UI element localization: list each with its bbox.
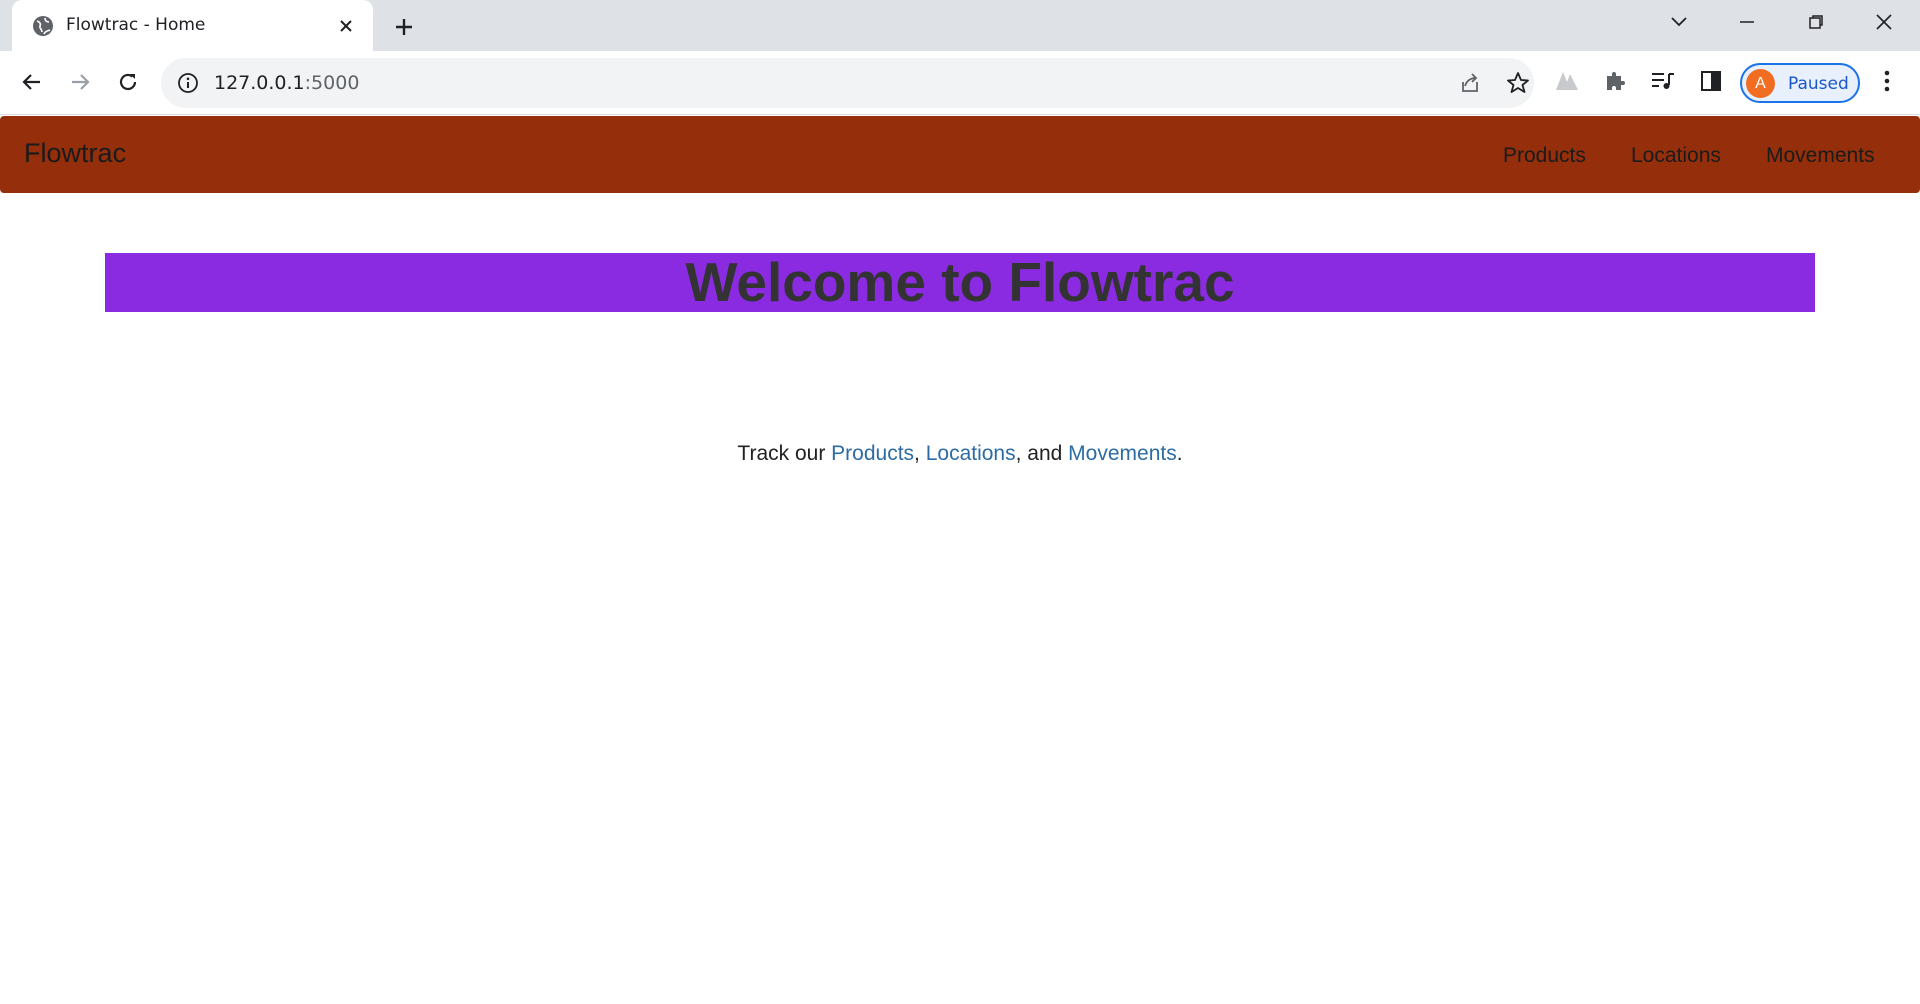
extensions-puzzle-icon[interactable] [1600, 66, 1630, 96]
url-port: :5000 [304, 72, 360, 94]
minimize-icon[interactable] [1713, 0, 1781, 44]
tagline-suffix: . [1176, 442, 1183, 465]
profile-status: Paused [1788, 74, 1849, 94]
hero-banner: Welcome to Flowtrac [105, 253, 1815, 312]
nav-link-locations[interactable]: Locations [1631, 144, 1721, 168]
site-info-icon[interactable] [177, 72, 199, 94]
browser-tab[interactable]: Flowtrac - Home [12, 0, 373, 51]
extension-logo-icon[interactable] [1552, 66, 1582, 96]
tagline-prefix: Track our [737, 442, 832, 465]
forward-icon[interactable] [62, 64, 98, 100]
profile-button[interactable]: A Paused [1740, 63, 1860, 103]
avatar: A [1746, 69, 1775, 98]
share-icon[interactable] [1458, 71, 1482, 95]
page-title: Welcome to Flowtrac [685, 251, 1235, 313]
link-products[interactable]: Products [831, 442, 914, 465]
link-movements[interactable]: Movements [1068, 442, 1177, 465]
close-window-icon[interactable] [1850, 0, 1918, 44]
new-tab-icon[interactable] [390, 13, 418, 41]
link-locations[interactable]: Locations [926, 442, 1016, 465]
tab-search-icon[interactable] [1645, 0, 1713, 44]
address-bar[interactable]: 127.0.0.1:5000 [161, 58, 1534, 108]
nav-link-products[interactable]: Products [1503, 144, 1586, 168]
back-icon[interactable] [14, 64, 50, 100]
bookmark-star-icon[interactable] [1506, 71, 1530, 95]
reload-icon[interactable] [110, 64, 146, 100]
restore-icon[interactable] [1782, 0, 1850, 44]
globe-icon [32, 15, 54, 37]
url-host: 127.0.0.1 [214, 72, 305, 94]
side-panel-icon[interactable] [1696, 66, 1726, 96]
site-navbar: Flowtrac Products Locations Movements [0, 116, 1920, 193]
close-tab-icon[interactable] [335, 15, 357, 37]
tagline-sep-2: , and [1015, 442, 1069, 465]
tagline-sep-1: , [914, 442, 926, 465]
url-text[interactable]: 127.0.0.1:5000 [214, 72, 359, 94]
tab-strip: Flowtrac - Home [0, 0, 1920, 51]
media-queue-icon[interactable] [1648, 66, 1678, 96]
nav-link-movements[interactable]: Movements [1766, 144, 1875, 168]
tagline: Track our Products, Locations, and Movem… [0, 442, 1920, 466]
more-menu-icon[interactable] [1872, 66, 1902, 96]
brand-link[interactable]: Flowtrac [24, 138, 126, 169]
tab-title: Flowtrac - Home [66, 15, 206, 35]
